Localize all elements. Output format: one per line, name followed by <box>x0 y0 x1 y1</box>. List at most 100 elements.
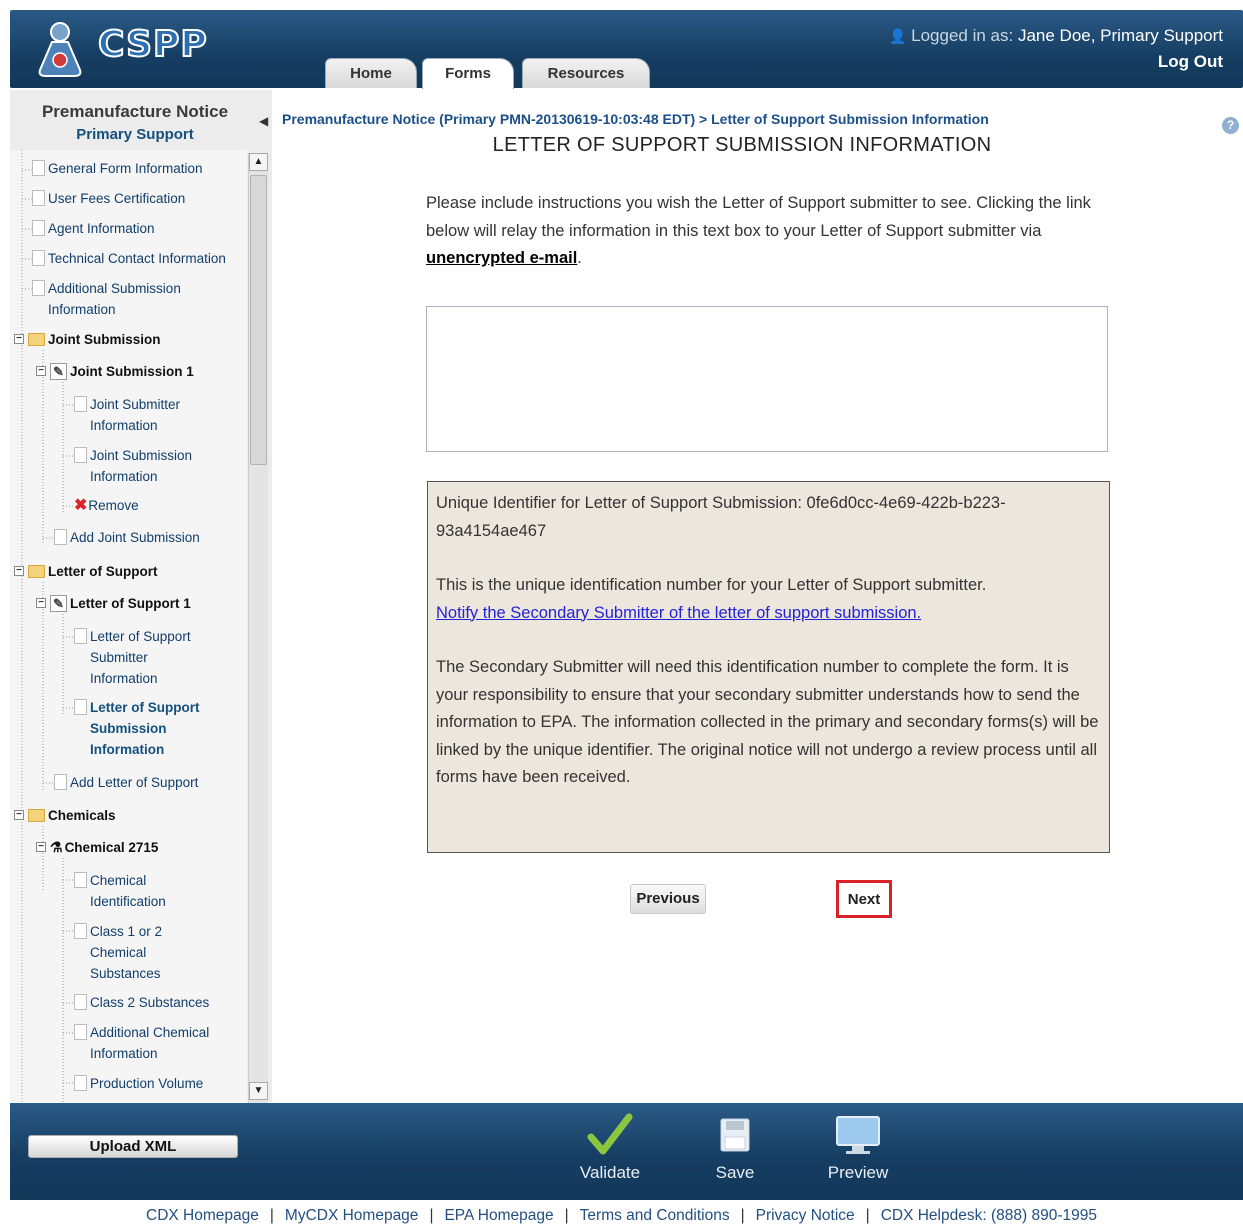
collapse-toggle-icon[interactable]: − <box>36 366 46 376</box>
remove-x-icon: ✖ <box>74 497 88 514</box>
terms-and-conditions-link[interactable]: Terms and Conditions <box>580 1207 730 1224</box>
page-title: LETTER OF SUPPORT SUBMISSION INFORMATION <box>492 134 992 156</box>
tab-home[interactable]: Home <box>325 58 417 88</box>
preview-label: Preview <box>827 1163 889 1182</box>
sidebar-item-technical-contact-information[interactable]: Technical Contact Information <box>32 248 226 269</box>
logo-text: CSPP <box>97 23 208 66</box>
collapse-toggle-icon[interactable]: − <box>36 598 46 608</box>
sidebar-item-chemicals[interactable]: − Chemicals <box>14 805 116 826</box>
help-icon[interactable]: ? <box>1222 117 1239 134</box>
collapse-sidebar-icon[interactable]: ◀ <box>259 114 269 128</box>
scroll-up-icon[interactable]: ▲ <box>249 153 268 171</box>
cdx-homepage-link[interactable]: CDX Homepage <box>146 1207 259 1224</box>
sidebar-item-label: Class 1 or 2 Chemical Substances <box>90 924 163 981</box>
sidebar-item-joint-submission-1[interactable]: − Joint Submission 1 <box>36 361 194 382</box>
unencrypted-email-link[interactable]: unencrypted e-mail <box>426 249 577 267</box>
cdx-helpdesk-link[interactable]: CDX Helpdesk: (888) 890-1995 <box>881 1207 1097 1224</box>
sidebar-item-letter-of-support-1[interactable]: − Letter of Support 1 <box>36 593 191 614</box>
logout-link[interactable]: Log Out <box>1158 52 1223 72</box>
instructions-end: . <box>577 249 582 267</box>
document-icon <box>74 994 87 1010</box>
document-icon <box>74 396 87 412</box>
sidebar-item-additional-submission-information[interactable]: Additional Submission Information <box>32 278 202 320</box>
sidebar-item-label: Joint Submission <box>48 332 161 347</box>
flask-logo-icon <box>38 22 82 77</box>
epa-homepage-link[interactable]: EPA Homepage <box>444 1207 553 1224</box>
sidebar-item-label: Add Letter of Support <box>70 775 199 790</box>
checkmark-icon <box>587 1113 633 1155</box>
flask-icon: ⚗ <box>50 839 63 855</box>
breadcrumb[interactable]: Premanufacture Notice (Primary PMN-20130… <box>282 111 989 127</box>
document-icon <box>74 923 87 939</box>
logged-in-prefix: Logged in as: <box>911 26 1014 45</box>
sidebar-item-remove[interactable]: ✖Remove <box>74 495 139 516</box>
separator: | <box>865 1207 870 1224</box>
previous-button[interactable]: Previous <box>630 884 706 914</box>
logged-in-text: 👤 Logged in as: Jane Doe, Primary Suppor… <box>889 26 1223 46</box>
scroll-thumb[interactable] <box>250 175 267 465</box>
sidebar-title: Premanufacture Notice <box>41 102 229 121</box>
collapse-toggle-icon[interactable]: − <box>36 842 46 852</box>
user-icon: 👤 <box>888 28 907 44</box>
cspp-logo[interactable]: CSPP <box>30 18 230 78</box>
separator: | <box>564 1207 569 1224</box>
document-icon <box>32 190 45 206</box>
sidebar-item-production-volume[interactable]: Production Volume <box>74 1073 203 1094</box>
collapse-toggle-icon[interactable]: − <box>14 334 24 344</box>
instructions-textarea[interactable] <box>426 306 1108 452</box>
sidebar-item-add-joint-submission[interactable]: Add Joint Submission <box>54 527 200 548</box>
privacy-notice-link[interactable]: Privacy Notice <box>756 1207 855 1224</box>
sidebar-item-additional-chemical-information[interactable]: Additional Chemical Information <box>74 1022 234 1064</box>
preview-button[interactable]: Preview <box>813 1111 903 1183</box>
sidebar-item-letter-of-support[interactable]: − Letter of Support <box>14 561 158 582</box>
sidebar-item-chemical-2715[interactable]: − ⚗ Chemical 2715 <box>36 837 158 858</box>
sidebar-item-label: Agent Information <box>48 221 155 236</box>
folder-icon <box>28 333 45 346</box>
sidebar-item-joint-submitter-information[interactable]: Joint Submitter Information <box>74 394 224 436</box>
document-icon <box>32 250 45 266</box>
save-button[interactable]: Save <box>690 1111 780 1183</box>
save-label: Save <box>715 1163 755 1182</box>
sidebar-item-chemical-identification[interactable]: Chemical Identification <box>74 870 214 912</box>
bottom-links: CDX Homepage | MyCDX Homepage | EPA Homepage… <box>0 1207 1243 1225</box>
sidebar-item-letter-of-support-submitter-information[interactable]: Letter of Support Submitter Information <box>74 626 224 689</box>
scroll-down-icon[interactable]: ▼ <box>249 1082 268 1100</box>
document-icon <box>74 447 87 463</box>
sidebar-item-add-letter-of-support[interactable]: Add Letter of Support <box>54 772 198 793</box>
instructions-text: Please include instructions you wish the… <box>426 190 1116 273</box>
document-icon <box>74 872 87 888</box>
document-icon <box>74 1024 87 1040</box>
collapse-toggle-icon[interactable]: − <box>14 566 24 576</box>
document-icon <box>74 1075 87 1091</box>
sidebar-item-label: Remove <box>88 498 139 513</box>
next-button[interactable]: Next <box>836 880 892 918</box>
separator: | <box>429 1207 434 1224</box>
sidebar-item-joint-submission-information[interactable]: Joint Submission Information <box>74 445 224 487</box>
sidebar-scrollbar[interactable]: ▲ ▼ <box>248 153 268 1103</box>
separator: | <box>740 1207 745 1224</box>
sidebar-item-label: Letter of Support <box>48 564 158 579</box>
sidebar-tree: General Form Information User Fees Certi… <box>10 150 247 1102</box>
collapse-toggle-icon[interactable]: − <box>14 810 24 820</box>
sidebar-item-label: User Fees Certification <box>48 191 186 206</box>
sidebar-item-joint-submission[interactable]: − Joint Submission <box>14 329 161 350</box>
sidebar-item-label: Joint Submission Information <box>90 448 193 484</box>
sidebar-item-general-form-information[interactable]: General Form Information <box>32 158 203 179</box>
sidebar-item-agent-information[interactable]: Agent Information <box>32 218 155 239</box>
upload-xml-button[interactable]: Upload XML <box>28 1135 238 1158</box>
notify-secondary-submitter-link[interactable]: Notify the Secondary Submitter of the le… <box>436 604 921 622</box>
tab-forms[interactable]: Forms <box>422 58 514 89</box>
sidebar-item-letter-of-support-submission-information[interactable]: Letter of Support Submission Information <box>74 697 234 760</box>
sidebar-item-label: Production Volume <box>90 1076 204 1091</box>
sidebar-item-class-2-substances[interactable]: Class 2 Substances <box>74 992 209 1013</box>
sidebar-item-label: Joint Submitter Information <box>90 397 181 433</box>
mycdx-homepage-link[interactable]: MyCDX Homepage <box>285 1207 419 1224</box>
sidebar-item-label: Chemicals <box>48 808 116 823</box>
sidebar-item-user-fees-certification[interactable]: User Fees Certification <box>32 188 185 209</box>
edit-form-icon <box>50 361 67 382</box>
validate-button[interactable]: Validate <box>565 1111 655 1183</box>
tab-resources[interactable]: Resources <box>522 58 650 88</box>
sidebar-item-class-1-or-2-chemical-substances[interactable]: Class 1 or 2 Chemical Substances <box>74 921 214 984</box>
validate-label: Validate <box>579 1163 641 1182</box>
sidebar-item-label: Technical Contact Information <box>48 251 226 266</box>
